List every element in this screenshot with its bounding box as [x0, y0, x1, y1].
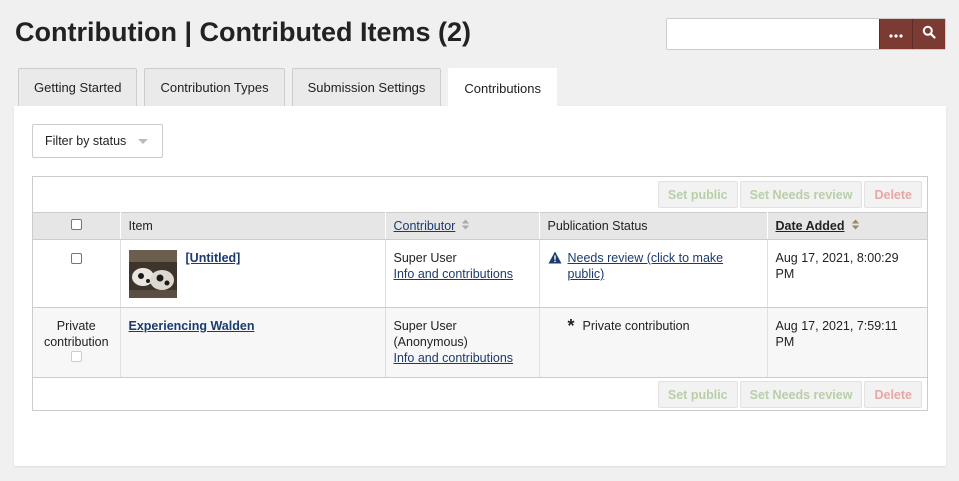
contributions-panel: Filter by status Set public Set Needs re…	[14, 106, 946, 466]
contributions-table-container: Set public Set Needs review Delete Item …	[32, 176, 928, 411]
item-thumbnail[interactable]	[128, 250, 177, 298]
contributor-name: Super User	[393, 319, 457, 333]
top-actions: Set public Set Needs review Delete	[33, 177, 927, 212]
filter-by-status-select[interactable]: Filter by status	[32, 124, 163, 158]
private-contribution-label: Private contribution	[43, 319, 109, 349]
item-cell: Experiencing Walden	[120, 307, 386, 378]
publication-status-cell: * Private contribution	[539, 307, 768, 378]
row-select-cell	[33, 239, 121, 308]
date-added-cell: Aug 17, 2021, 8:00:29 PM	[767, 239, 927, 308]
set-needs-review-button[interactable]: Set Needs review	[739, 181, 863, 208]
item-title-link[interactable]: [Untitled]	[186, 251, 241, 265]
contributor-column-header: Contributor	[385, 212, 540, 240]
item-column-header: Item	[120, 212, 386, 240]
set-public-button[interactable]: Set public	[657, 181, 738, 208]
page-title: Contribution | Contributed Items (2)	[15, 17, 472, 47]
sort-icon[interactable]	[461, 219, 470, 233]
asterisk-icon: *	[567, 316, 575, 336]
tab-submission-settings[interactable]: Submission Settings	[291, 68, 442, 106]
search-icon	[922, 25, 936, 44]
table-row: [Untitled] Super User Info and contribut…	[33, 239, 927, 308]
delete-button[interactable]: Delete	[864, 181, 922, 208]
search-options-button[interactable]	[879, 19, 912, 49]
contributor-name: Super User	[393, 251, 457, 265]
bottom-actions: Set public Set Needs review Delete	[33, 378, 927, 411]
item-title-link[interactable]: Experiencing Walden	[129, 319, 255, 333]
ellipsis-icon	[889, 25, 903, 43]
search-box	[666, 18, 946, 50]
set-public-button[interactable]: Set public	[657, 381, 738, 408]
contributor-anonymous-note: (Anonymous)	[393, 335, 468, 349]
filter-label: Filter by status	[45, 134, 127, 148]
publication-status-cell: Needs review (click to make public)	[539, 239, 768, 308]
search-input[interactable]	[667, 19, 879, 49]
needs-review-link[interactable]: Needs review (click to make public)	[568, 250, 759, 282]
sort-icon[interactable]	[851, 219, 860, 233]
date-added-column-header: Date Added	[767, 212, 927, 240]
row-select-cell: Private contribution	[33, 307, 121, 378]
search-submit-button[interactable]	[912, 19, 945, 49]
date-added-sort-link[interactable]: Date Added	[776, 219, 845, 233]
info-and-contributions-link[interactable]: Info and contributions	[394, 351, 514, 365]
date-added-cell: Aug 17, 2021, 7:59:11 PM	[767, 307, 927, 378]
private-status-text: Private contribution	[582, 319, 690, 333]
set-needs-review-button[interactable]: Set Needs review	[739, 381, 863, 408]
contributor-cell: Super User (Anonymous) Info and contribu…	[385, 307, 540, 378]
tab-contribution-types[interactable]: Contribution Types	[144, 68, 285, 106]
tab-contributions[interactable]: Contributions	[448, 68, 558, 107]
contributor-sort-link[interactable]: Contributor	[394, 219, 456, 233]
tab-getting-started[interactable]: Getting Started	[18, 68, 138, 106]
warning-icon	[548, 251, 562, 282]
table-header-row: Item Contributor Publication Status Date…	[33, 212, 927, 240]
item-cell: [Untitled]	[120, 239, 386, 308]
delete-button[interactable]: Delete	[864, 381, 922, 408]
select-all-checkbox[interactable]	[70, 219, 82, 230]
row-checkbox[interactable]	[70, 253, 82, 264]
chevron-down-icon	[138, 139, 148, 144]
contributor-cell: Super User Info and contributions	[385, 239, 540, 308]
table-row: Private contribution Experiencing Walden…	[33, 307, 927, 378]
contributions-table: Item Contributor Publication Status Date…	[33, 212, 927, 378]
tab-bar: Getting Started Contribution Types Submi…	[18, 68, 564, 107]
select-all-header	[33, 212, 121, 240]
row-checkbox-disabled	[70, 351, 82, 362]
publication-status-column-header: Publication Status	[539, 212, 768, 240]
info-and-contributions-link[interactable]: Info and contributions	[394, 267, 514, 281]
